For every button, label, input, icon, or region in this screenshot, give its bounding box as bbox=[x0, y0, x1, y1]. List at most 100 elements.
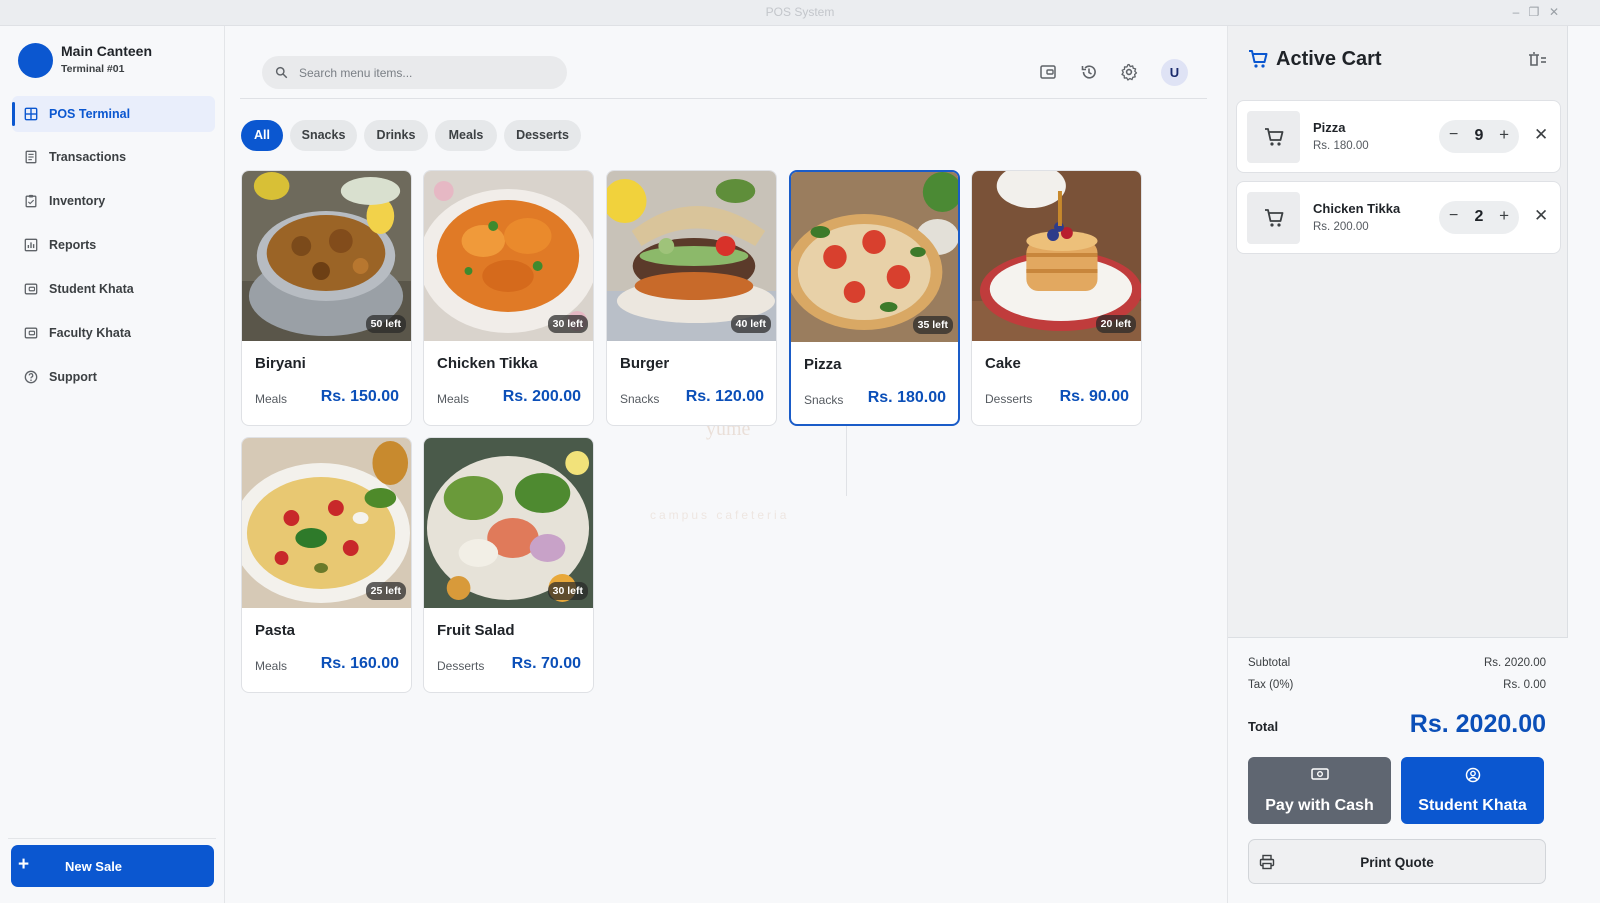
item-price: Rs. 120.00 bbox=[685, 388, 764, 405]
close-window-icon[interactable]: ✕ bbox=[1545, 3, 1563, 21]
sidebar-item-label: Student Khata bbox=[49, 282, 134, 296]
subtotal-value: Rs. 2020.00 bbox=[1483, 657, 1546, 669]
item-category: Meals bbox=[255, 392, 288, 406]
search-icon bbox=[275, 66, 288, 79]
menu-card-cake[interactable]: 20 left Cake Desserts Rs. 90.00 bbox=[971, 170, 1142, 426]
filter-chip-desserts[interactable]: Desserts bbox=[504, 120, 581, 151]
menu-card-chicken-tikka[interactable]: 30 left Chicken Tikka Meals Rs. 200.00 bbox=[423, 170, 594, 426]
total-label: Total bbox=[1248, 719, 1279, 734]
stock-badge: 35 left bbox=[912, 316, 953, 334]
cart-panel: Active Cart Pizza Rs. 180.00 − 9 + ✕ Chi… bbox=[1227, 26, 1600, 903]
cart-item-chicken-tikka: Chicken Tikka Rs. 200.00 − 2 + ✕ bbox=[1236, 181, 1561, 254]
sidebar-item-support[interactable]: Support bbox=[12, 359, 215, 395]
cash-icon bbox=[1310, 768, 1329, 780]
history-icon[interactable] bbox=[1078, 61, 1100, 83]
clipboard-icon bbox=[24, 194, 38, 208]
item-name: Pasta bbox=[255, 622, 296, 639]
pay-with-cash-button[interactable]: Pay with Cash bbox=[1248, 757, 1391, 824]
sidebar-item-pos-terminal[interactable]: POS Terminal bbox=[12, 96, 215, 132]
menu-card-pizza[interactable]: 35 left Pizza Snacks Rs. 180.00 bbox=[789, 170, 960, 426]
item-category: Desserts bbox=[985, 392, 1033, 406]
sidebar: Main Canteen Terminal #01 POS Terminal T… bbox=[0, 26, 225, 903]
search-bar[interactable] bbox=[262, 56, 567, 89]
stock-badge: 30 left bbox=[547, 315, 588, 333]
cart-item-price: Rs. 180.00 bbox=[1313, 140, 1369, 152]
item-category: Meals bbox=[255, 659, 288, 673]
menu-card-fruit-salad[interactable]: 30 left Fruit Salad Desserts Rs. 70.00 bbox=[423, 437, 594, 693]
sidebar-item-student-khata[interactable]: Student Khata bbox=[12, 271, 215, 307]
sidebar-divider bbox=[8, 838, 216, 839]
item-name: Biryani bbox=[255, 355, 306, 372]
cart-item-thumbnail bbox=[1247, 111, 1300, 163]
sidebar-item-label: Faculty Khata bbox=[49, 326, 131, 340]
wallet-icon[interactable] bbox=[1037, 61, 1059, 83]
new-sale-button[interactable]: + New Sale bbox=[11, 845, 214, 887]
user-avatar[interactable]: U bbox=[1161, 59, 1188, 86]
sidebar-item-label: Reports bbox=[49, 238, 97, 252]
item-category: Snacks bbox=[804, 393, 844, 407]
item-price: Rs. 70.00 bbox=[511, 655, 581, 672]
cart-item-name: Chicken Tikka bbox=[1313, 201, 1401, 216]
remove-item-icon[interactable]: ✕ bbox=[1534, 206, 1548, 226]
window-title: POS System bbox=[765, 5, 835, 19]
sidebar-item-label: Transactions bbox=[49, 150, 127, 164]
print-quote-button[interactable]: Print Quote bbox=[1248, 839, 1546, 884]
item-price: Rs. 180.00 bbox=[867, 389, 946, 406]
plus-icon: + bbox=[18, 854, 30, 875]
student-khata-label: Student Khata bbox=[1418, 797, 1527, 814]
pay-with-cash-label: Pay with Cash bbox=[1265, 797, 1374, 814]
watermark: yume campus cafeteria bbox=[606, 408, 856, 528]
cart-item-thumbnail bbox=[1247, 192, 1300, 244]
sidebar-item-transactions[interactable]: Transactions bbox=[12, 139, 215, 175]
cart-item-name: Pizza bbox=[1313, 120, 1346, 135]
tax-label: Tax (0%) bbox=[1248, 679, 1294, 691]
search-input[interactable] bbox=[299, 65, 549, 80]
cart-icon bbox=[1249, 50, 1268, 68]
settings-icon[interactable] bbox=[1118, 61, 1140, 83]
menu-card-biryani[interactable]: 50 left Biryani Meals Rs. 150.00 bbox=[241, 170, 412, 426]
increase-quantity-button[interactable]: + bbox=[1499, 206, 1509, 226]
subtotal-label: Subtotal bbox=[1248, 657, 1291, 669]
item-name: Cake bbox=[985, 355, 1021, 372]
item-category: Meals bbox=[437, 392, 470, 406]
help-icon bbox=[24, 370, 38, 384]
item-price: Rs. 160.00 bbox=[320, 655, 399, 672]
cart-item-pizza: Pizza Rs. 180.00 − 9 + ✕ bbox=[1236, 100, 1561, 173]
main-content: U All Snacks Drinks Meals Desserts yume … bbox=[226, 26, 1226, 903]
stock-badge: 50 left bbox=[365, 315, 406, 333]
menu-card-burger[interactable]: 40 left Burger Snacks Rs. 120.00 bbox=[606, 170, 777, 426]
item-name: Burger bbox=[620, 355, 670, 372]
grid-icon bbox=[24, 107, 38, 121]
chart-icon bbox=[24, 238, 38, 252]
maximize-icon[interactable]: ❐ bbox=[1525, 3, 1543, 21]
sidebar-item-reports[interactable]: Reports bbox=[12, 227, 215, 263]
sidebar-item-faculty-khata[interactable]: Faculty Khata bbox=[12, 315, 215, 351]
sidebar-item-label: Inventory bbox=[49, 194, 106, 208]
cart-title: Active Cart bbox=[1276, 48, 1382, 70]
total-value: Rs. 2020.00 bbox=[1409, 710, 1546, 738]
brand-avatar bbox=[18, 43, 53, 78]
tax-value: Rs. 0.00 bbox=[1503, 679, 1546, 691]
cart-items-area: Active Cart Pizza Rs. 180.00 − 9 + ✕ Chi… bbox=[1228, 26, 1568, 638]
brand-name: Main Canteen bbox=[61, 43, 153, 59]
filter-chip-all[interactable]: All bbox=[241, 120, 283, 151]
sidebar-item-inventory[interactable]: Inventory bbox=[12, 183, 215, 219]
stock-badge: 20 left bbox=[1095, 315, 1136, 333]
item-price: Rs. 150.00 bbox=[320, 388, 399, 405]
item-name: Chicken Tikka bbox=[437, 355, 538, 372]
filter-chip-meals[interactable]: Meals bbox=[435, 120, 497, 151]
filter-chip-snacks[interactable]: Snacks bbox=[290, 120, 357, 151]
increase-quantity-button[interactable]: + bbox=[1499, 125, 1509, 145]
student-khata-button[interactable]: Student Khata bbox=[1401, 757, 1544, 824]
cart-icon bbox=[1264, 209, 1283, 227]
menu-card-pasta[interactable]: 25 left Pasta Meals Rs. 160.00 bbox=[241, 437, 412, 693]
terminal-label: Terminal #01 bbox=[61, 63, 125, 75]
stock-badge: 30 left bbox=[547, 582, 588, 600]
clear-cart-icon[interactable] bbox=[1526, 50, 1548, 70]
user-circle-icon bbox=[1465, 767, 1480, 783]
remove-item-icon[interactable]: ✕ bbox=[1534, 125, 1548, 145]
filter-chip-drinks[interactable]: Drinks bbox=[364, 120, 428, 151]
minimize-icon[interactable]: – bbox=[1507, 3, 1525, 21]
wallet-icon bbox=[24, 326, 38, 340]
receipt-icon bbox=[24, 150, 38, 164]
